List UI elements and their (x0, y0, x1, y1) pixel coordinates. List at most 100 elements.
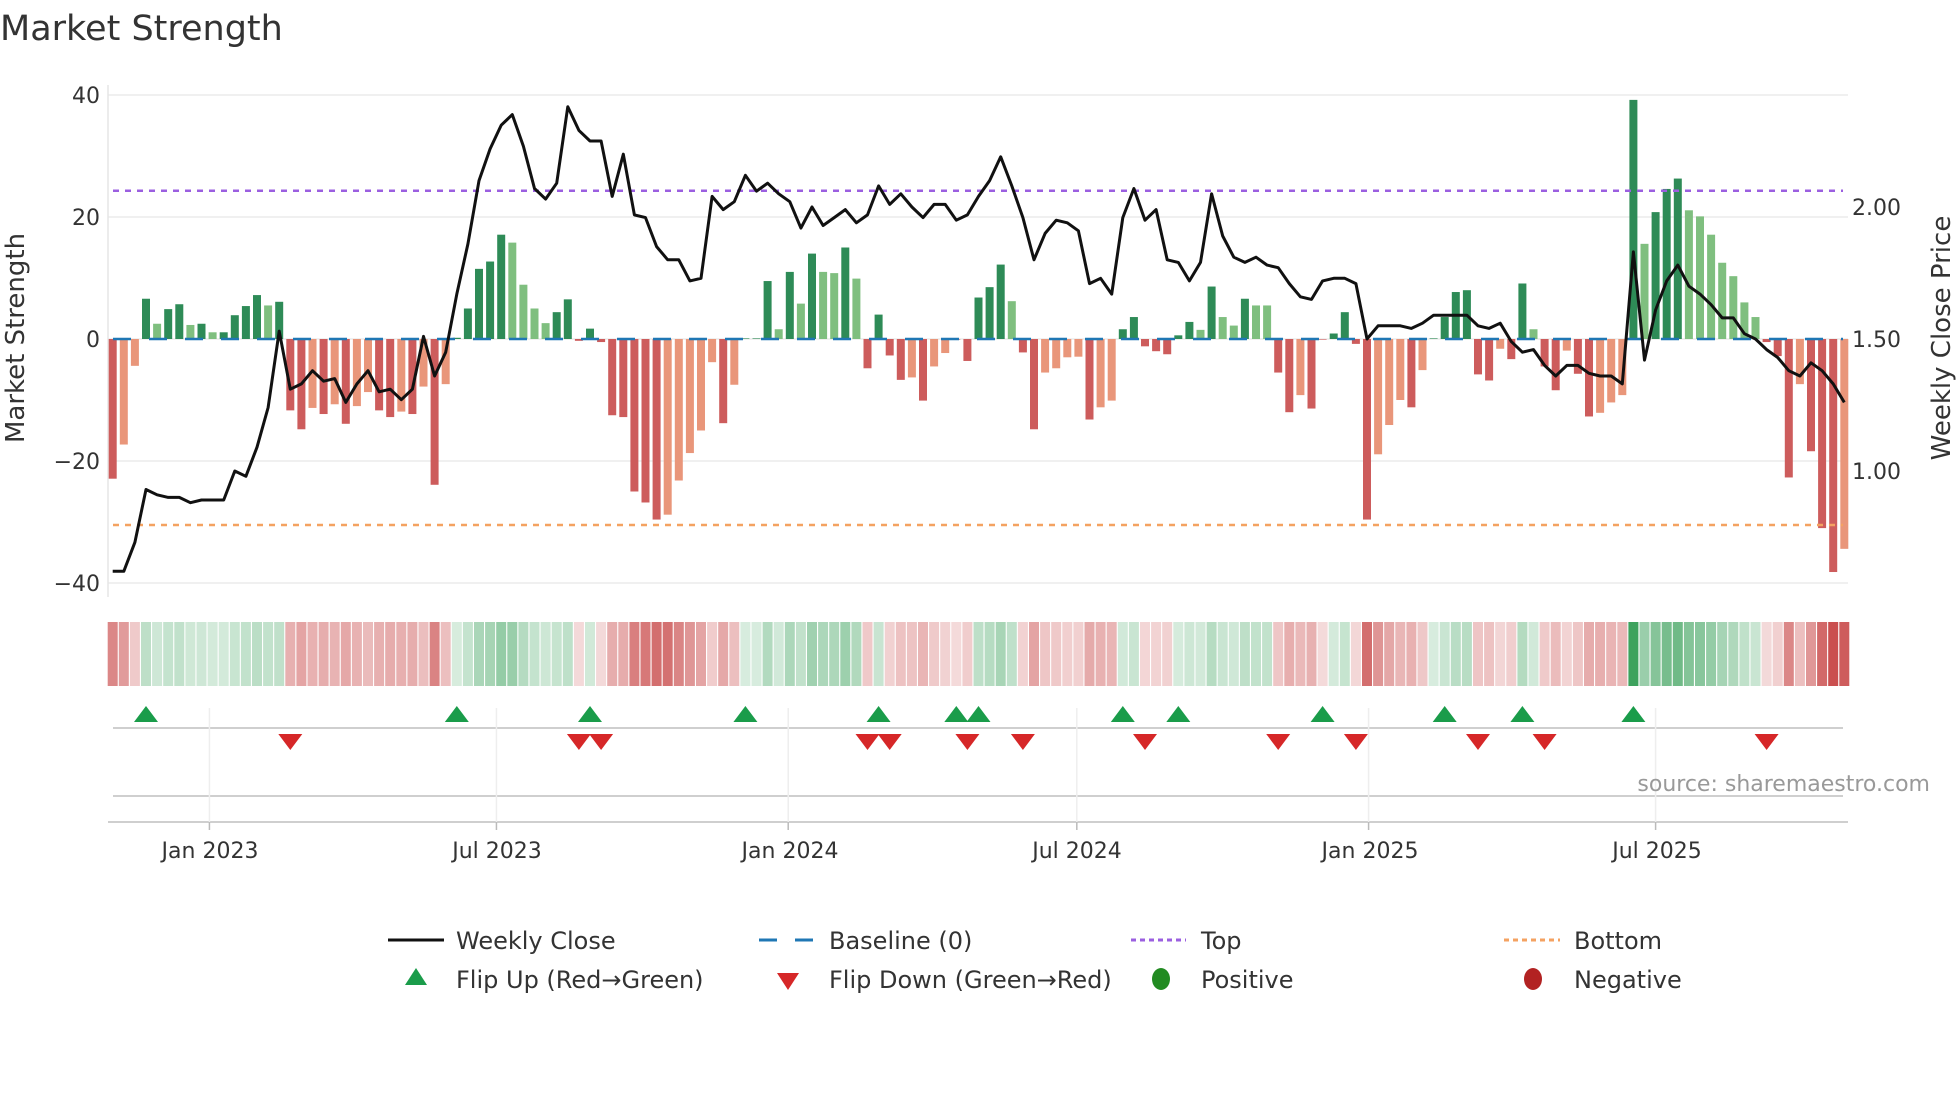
heatmap-cell (1717, 622, 1728, 686)
heatmap-cell (1417, 622, 1428, 686)
strength-bar (608, 339, 617, 416)
chart-title: Market Strength (0, 9, 283, 49)
heatmap-cell (141, 622, 151, 686)
strength-bars (108, 99, 1849, 573)
strength-bar (663, 339, 672, 515)
strength-bar (1274, 339, 1283, 373)
legend-label: Flip Down (Green→Red) (829, 966, 1112, 994)
flip-down-marker (278, 734, 303, 750)
reference-lines (113, 189, 1843, 527)
flip-up-marker (578, 706, 602, 722)
x-tick-label: Jan 2023 (160, 839, 259, 864)
heatmap-cell (307, 622, 318, 686)
strength-bar (1684, 210, 1693, 339)
heatmap-cell (1117, 622, 1128, 686)
strength-bar (130, 339, 139, 366)
heatmap-cell (962, 622, 973, 686)
heatmap-cell (1706, 622, 1717, 686)
y-tick-label: 0 (86, 328, 100, 353)
strength-bar (1074, 339, 1083, 357)
flip-up-marker (1432, 706, 1457, 722)
strength-bar (563, 299, 572, 339)
strength-bar (508, 242, 517, 339)
heatmap-cell (618, 622, 629, 686)
source-credit: source: sharemaestro.com (1637, 772, 1930, 797)
y-axis-label: Market Strength (1, 233, 31, 443)
heatmap-cell (529, 622, 540, 686)
triangle-up-icon (405, 968, 427, 985)
heatmap-cell (1428, 622, 1439, 686)
heatmap-cell (940, 622, 951, 686)
strength-bar (996, 264, 1005, 339)
heatmap-cell (1362, 622, 1372, 686)
heatmap-cell (518, 622, 529, 686)
strength-bar (1585, 339, 1593, 417)
heatmap-cell (163, 622, 174, 686)
heatmap-cell (1151, 622, 1162, 686)
heatmap-cell (340, 622, 351, 686)
heatmap-cell (462, 622, 473, 686)
flip-down-marker (955, 734, 980, 750)
y2-tick-label: 2.00 (1852, 196, 1901, 221)
legend-label: Top (1200, 927, 1242, 955)
heatmap-cell (1173, 622, 1184, 686)
market-strength-chart: Market Strength 40 20 0 −20 −40 2.00 1.5… (0, 9, 1957, 994)
strength-bar (142, 298, 150, 339)
heatmap-cell (1228, 622, 1239, 686)
strength-bar (541, 323, 550, 339)
heatmap-cell (1617, 622, 1628, 686)
legend-item-positive: Positive (1152, 966, 1294, 994)
heatmap-cell (829, 622, 840, 686)
strength-bar (475, 268, 483, 339)
strength-bar (552, 312, 561, 339)
heatmap-cell (1273, 622, 1284, 686)
heatmap-cell (1317, 622, 1328, 686)
heatmap-cell (1761, 622, 1772, 686)
heatmap-cell (1595, 622, 1606, 686)
strength-bar (796, 303, 805, 339)
heatmap-cell (1295, 622, 1306, 686)
strength-bar (808, 253, 816, 339)
heatmap-cell (229, 622, 240, 686)
heatmap-cell (807, 622, 817, 686)
flip-up-marker (1310, 706, 1335, 722)
strength-bar (1163, 339, 1172, 355)
heatmap-cell (1306, 622, 1317, 686)
legend-label: Weekly Close (456, 927, 616, 955)
heatmap-cell (1206, 622, 1217, 686)
heatmap-cell (240, 622, 251, 686)
heatmap-cell (185, 622, 196, 686)
x-tick-label: Jan 2024 (740, 839, 839, 864)
strength-bar (685, 339, 694, 454)
strength-bar (1418, 339, 1427, 371)
heatmap-cell (540, 622, 551, 686)
heatmap-cell (429, 622, 440, 686)
strength-bar (785, 271, 794, 339)
heatmap-cell (1572, 622, 1583, 686)
circle-icon (1524, 968, 1542, 990)
heatmap-cell (118, 622, 129, 686)
heatmap-cell (107, 622, 118, 686)
strength-bar (841, 247, 850, 339)
strength-bar (1240, 298, 1249, 339)
heatmap-cell (995, 622, 1006, 686)
flip-up-marker (966, 706, 991, 722)
strength-bar (1207, 286, 1216, 339)
heatmap-cell (385, 622, 396, 686)
strength-bar (1807, 339, 1815, 452)
strength-bar (119, 339, 128, 445)
heatmap-cell (1828, 622, 1839, 686)
heatmap-cell (263, 622, 274, 686)
heatmap-cell (662, 622, 673, 686)
heatmap-cell (374, 622, 385, 686)
strength-bar (1041, 339, 1050, 373)
heatmap-cell (1695, 622, 1705, 686)
strength-bar (907, 339, 916, 378)
heatmap-cell (1162, 622, 1173, 686)
flip-down-marker (1532, 734, 1557, 750)
strength-bar (1129, 317, 1138, 339)
flip-down-marker (1010, 734, 1035, 750)
strength-bar (1329, 333, 1338, 339)
heatmap-cell (252, 622, 262, 686)
heatmap-cell (895, 622, 906, 686)
